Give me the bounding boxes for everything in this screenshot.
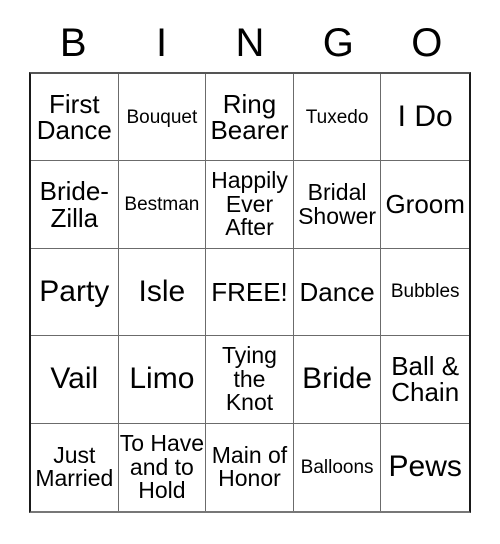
bingo-cell-label: Tying the Knot bbox=[222, 342, 277, 416]
bingo-header-letter-n: N bbox=[235, 21, 265, 65]
bingo-cell[interactable]: To Have and to Hold bbox=[118, 423, 207, 511]
bingo-cell-label: Bubbles bbox=[390, 281, 460, 303]
bingo-cell[interactable]: Isle bbox=[118, 248, 207, 337]
bingo-header-letter-o: O bbox=[411, 21, 443, 65]
bingo-cell[interactable]: Dance bbox=[293, 248, 382, 337]
bingo-cell[interactable]: Bouquet bbox=[118, 74, 207, 162]
bingo-cell-label: Bestman bbox=[124, 193, 200, 215]
bingo-cell[interactable]: Bubbles bbox=[381, 248, 469, 337]
bingo-cell-label: Main of Honor bbox=[211, 441, 288, 492]
bingo-cell-label: Isle bbox=[138, 274, 186, 308]
bingo-cell[interactable]: Limo bbox=[118, 336, 207, 424]
bingo-cell[interactable]: Groom bbox=[381, 161, 469, 249]
bingo-header-letter-g: G bbox=[322, 21, 354, 65]
bingo-header-letter-b: B bbox=[59, 21, 87, 65]
bingo-cell[interactable]: Ring Bearer bbox=[206, 74, 294, 162]
bingo-cell[interactable]: Bride- Zilla bbox=[31, 161, 119, 249]
bingo-cell[interactable]: Ball & Chain bbox=[381, 336, 469, 424]
bingo-cell-free[interactable]: FREE! bbox=[206, 248, 294, 337]
bingo-cell-label: Ring Bearer bbox=[210, 88, 289, 146]
bingo-cell[interactable]: Just Married bbox=[31, 423, 119, 511]
bingo-cell[interactable]: Happily Ever After bbox=[206, 161, 294, 249]
bingo-header-row: B I N G O bbox=[29, 14, 471, 72]
bingo-cell-label: Vail bbox=[50, 362, 99, 396]
bingo-cell-label: FREE! bbox=[211, 276, 288, 307]
bingo-header-letter-i: I bbox=[156, 21, 168, 65]
bingo-cell-label: First Dance bbox=[36, 88, 112, 146]
bingo-cell[interactable]: Balloons bbox=[293, 423, 382, 511]
bingo-cell-label: To Have and to Hold bbox=[119, 430, 205, 504]
bingo-cell[interactable]: Pews bbox=[381, 423, 469, 511]
bingo-cell-label: Party bbox=[39, 274, 110, 308]
bingo-cell-label: Dance bbox=[299, 276, 375, 307]
bingo-cell[interactable]: I Do bbox=[381, 74, 469, 162]
bingo-cell[interactable]: Main of Honor bbox=[206, 423, 294, 511]
bingo-cell-label: Bridal Shower bbox=[298, 179, 377, 229]
bingo-cell-label: Ball & Chain bbox=[391, 350, 460, 408]
bingo-cell-label: Bouquet bbox=[126, 106, 198, 128]
bingo-cell[interactable]: Bridal Shower bbox=[293, 161, 382, 249]
bingo-cell[interactable]: Tying the Knot bbox=[206, 336, 294, 424]
bingo-grid: First Dance Bouquet Ring Bearer Tuxedo I… bbox=[29, 72, 471, 513]
bingo-cell-label: Happily Ever After bbox=[211, 167, 288, 241]
bingo-cell[interactable]: Tuxedo bbox=[293, 74, 382, 162]
bingo-cell-label: Just Married bbox=[35, 441, 114, 492]
bingo-cell-label: Pews bbox=[388, 450, 462, 483]
bingo-cell-label: Bride- Zilla bbox=[39, 176, 109, 233]
bingo-cell[interactable]: Bestman bbox=[118, 161, 207, 249]
bingo-cell[interactable]: Vail bbox=[31, 336, 119, 424]
bingo-cell-label: I Do bbox=[397, 99, 453, 133]
bingo-cell[interactable]: First Dance bbox=[31, 74, 119, 162]
bingo-cell[interactable]: Bride bbox=[293, 336, 382, 424]
bingo-cell-label: Balloons bbox=[300, 456, 374, 478]
bingo-cell-label: Bride bbox=[302, 362, 373, 396]
bingo-cell-label: Limo bbox=[129, 362, 195, 396]
bingo-cell-label: Tuxedo bbox=[305, 106, 369, 128]
bingo-cell[interactable]: Party bbox=[31, 248, 119, 337]
bingo-card: B I N G O First Dance Bouquet Ring Beare… bbox=[29, 14, 471, 513]
bingo-cell-label: Groom bbox=[385, 189, 465, 220]
